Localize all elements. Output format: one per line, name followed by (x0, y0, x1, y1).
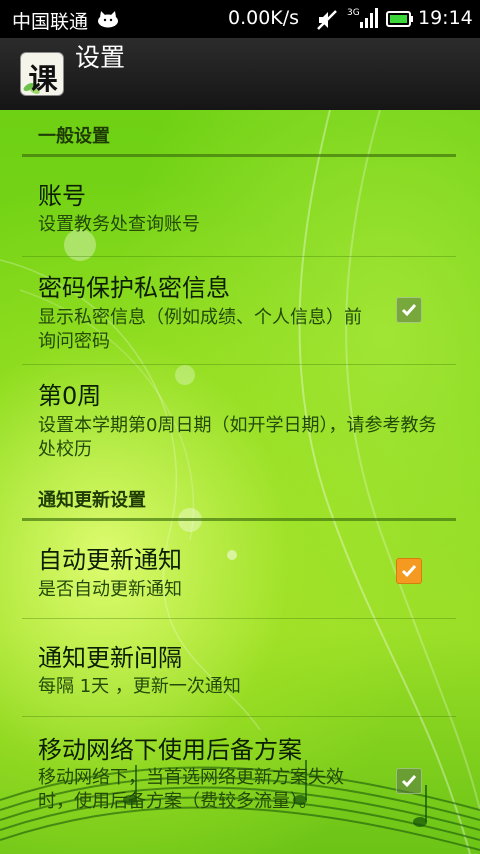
row-divider (22, 364, 456, 365)
row-divider (22, 618, 456, 619)
category-divider (22, 154, 456, 157)
status-bar: 中国联通 0.00K/s 3G 19:14 (0, 0, 480, 38)
pref-summary: 显示私密信息（例如成绩、个人信息）前询问密码 (38, 307, 362, 352)
password-protect-checkbox[interactable] (396, 297, 422, 323)
category-divider (22, 518, 456, 521)
pref-title: 自动更新通知 (38, 546, 182, 574)
auto-update-checkbox[interactable] (396, 558, 422, 584)
pref-title: 账号 (38, 182, 86, 210)
page-title: 设置 (75, 43, 126, 72)
signal-icon: 3G (347, 8, 378, 28)
network-type-label: 3G (347, 8, 360, 18)
mute-icon (317, 10, 337, 30)
row-divider (22, 716, 456, 717)
pref-title: 通知更新间隔 (38, 644, 182, 672)
category-general: 一般设置 (38, 126, 110, 147)
pref-title: 密码保护私密信息 (38, 274, 230, 302)
settings-list[interactable]: 一般设置 账号 设置教务处查询账号 密码保护私密信息 显示私密信息（例如成绩、个… (0, 110, 480, 854)
check-icon (401, 565, 417, 578)
mobile-fallback-checkbox[interactable] (396, 768, 422, 794)
app-icon-char: 课 (28, 62, 58, 96)
check-icon (401, 304, 417, 317)
network-speed: 0.00K/s (228, 7, 300, 29)
category-notify: 通知更新设置 (38, 490, 146, 511)
app-icon[interactable]: 课 (20, 52, 64, 96)
pref-summary: 每隔 1天 ，更新一次通知 (38, 676, 241, 697)
pref-summary: 设置本学期第0周日期（如开学日期），请参考教务处校历 (38, 415, 437, 460)
carrier-label: 中国联通 (12, 11, 89, 33)
battery-icon (386, 11, 413, 27)
check-icon (401, 775, 417, 788)
pref-summary: 设置教务处查询账号 (38, 214, 200, 235)
pref-title: 第0周 (38, 382, 102, 410)
row-divider (22, 256, 456, 257)
clock: 19:14 (418, 7, 473, 29)
pref-summary: 移动网络下，当首选网络更新方案失效时，使用后备方案（费较多流量）。 (38, 767, 344, 812)
cat-icon (98, 11, 118, 28)
action-bar: 课 设置 (0, 38, 480, 111)
pref-summary: 是否自动更新通知 (38, 579, 182, 600)
pref-title: 移动网络下使用后备方案 (38, 736, 302, 764)
